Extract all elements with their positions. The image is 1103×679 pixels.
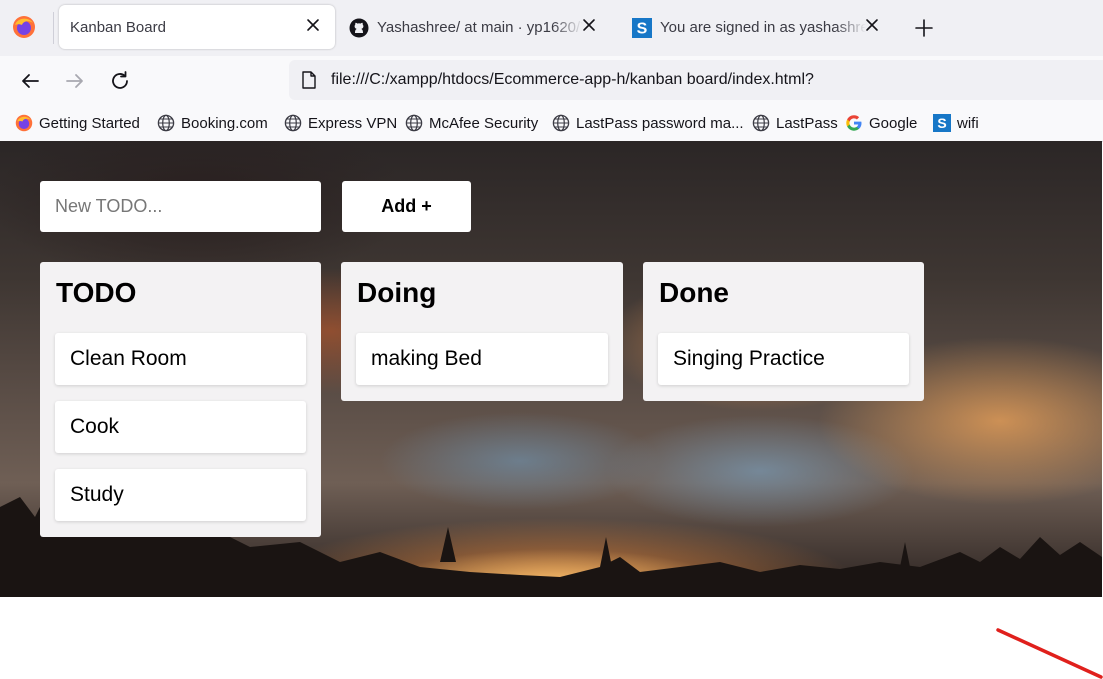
kanban-page-background: Add + TODO Clean Room Cook Study Doing m… [0,141,1102,597]
column-title: Done [659,277,729,308]
globe-icon [752,114,770,132]
column-doing[interactable]: Doing making Bed [341,262,623,401]
task-card[interactable]: making Bed [356,333,608,385]
s-brand-icon: S [933,114,951,132]
column-todo[interactable]: TODO Clean Room Cook Study [40,262,321,537]
close-tab-icon[interactable] [303,15,323,35]
url-text[interactable]: file:///C:/xampp/htdocs/Ecommerce-app-h/… [331,71,814,89]
navigation-toolbar: file:///C:/xampp/htdocs/Ecommerce-app-h/… [0,56,1103,106]
globe-icon [405,114,423,132]
google-icon [846,115,862,131]
bookmark-lastpass[interactable]: LastPass [752,114,838,132]
tab-bar: Kanban Board Yashashree/ at main · yp162… [0,0,1103,56]
bookmarks-toolbar: Getting Started Booking.com Express VPN … [0,106,1103,142]
tab-title: Yashashree/ at main · yp1620/Yashashree [377,19,583,36]
task-card[interactable]: Cook [55,401,306,453]
github-icon [349,18,369,38]
bookmark-label: Google [869,114,918,132]
close-tab-icon[interactable] [579,15,599,35]
file-page-icon [302,71,316,89]
bookmark-wifi[interactable]: S wifi [933,114,979,132]
column-done[interactable]: Done Singing Practice [643,262,924,401]
tab-title: You are signed in as yashashree [660,19,866,36]
add-todo-button[interactable]: Add + [342,181,471,232]
close-tab-icon[interactable] [862,15,882,35]
new-tab-plus-icon[interactable] [913,17,935,39]
bookmark-label: LastPass [776,114,838,132]
globe-icon [552,114,570,132]
bookmark-booking[interactable]: Booking.com [157,114,268,132]
svg-text:S: S [937,115,946,131]
globe-icon [157,114,175,132]
bookmark-label: Express VPN [308,114,398,132]
bookmark-label: McAfee Security [429,114,539,132]
red-annotation-stroke [996,628,1103,679]
bookmark-express-vpn[interactable]: Express VPN [284,114,397,132]
forward-arrow-icon[interactable] [62,68,88,94]
task-card[interactable]: Clean Room [55,333,306,385]
address-bar[interactable]: file:///C:/xampp/htdocs/Ecommerce-app-h/… [289,60,1103,100]
tab-kanban-board[interactable]: Kanban Board [59,5,335,49]
globe-icon [284,114,302,132]
column-title: Doing [357,277,437,308]
tab-separator [53,12,54,44]
column-title: TODO [56,277,137,308]
tab-signed-in[interactable]: S You are signed in as yashashree [623,5,895,49]
task-card[interactable]: Singing Practice [658,333,909,385]
reload-icon[interactable] [107,68,133,94]
bookmark-label: Booking.com [181,114,268,132]
bookmark-mcafee[interactable]: McAfee Security [405,114,538,132]
tab-github[interactable]: Yashashree/ at main · yp1620/Yashashree [340,5,612,49]
bookmark-label: LastPass password ma... [576,114,744,132]
s-brand-icon: S [632,18,652,38]
back-arrow-icon[interactable] [17,68,43,94]
firefox-icon[interactable] [12,15,36,39]
task-card[interactable]: Study [55,469,306,521]
svg-text:S: S [637,21,648,38]
bookmark-getting-started[interactable]: Getting Started [15,114,140,132]
tab-title: Kanban Board [70,19,166,36]
bookmark-label: Getting Started [39,114,140,132]
new-todo-input[interactable] [40,181,321,232]
bookmark-google[interactable]: Google [845,114,917,132]
bookmark-label: wifi [957,114,979,132]
bookmark-lastpass-manager[interactable]: LastPass password ma... [552,114,744,132]
firefox-icon [15,114,33,132]
